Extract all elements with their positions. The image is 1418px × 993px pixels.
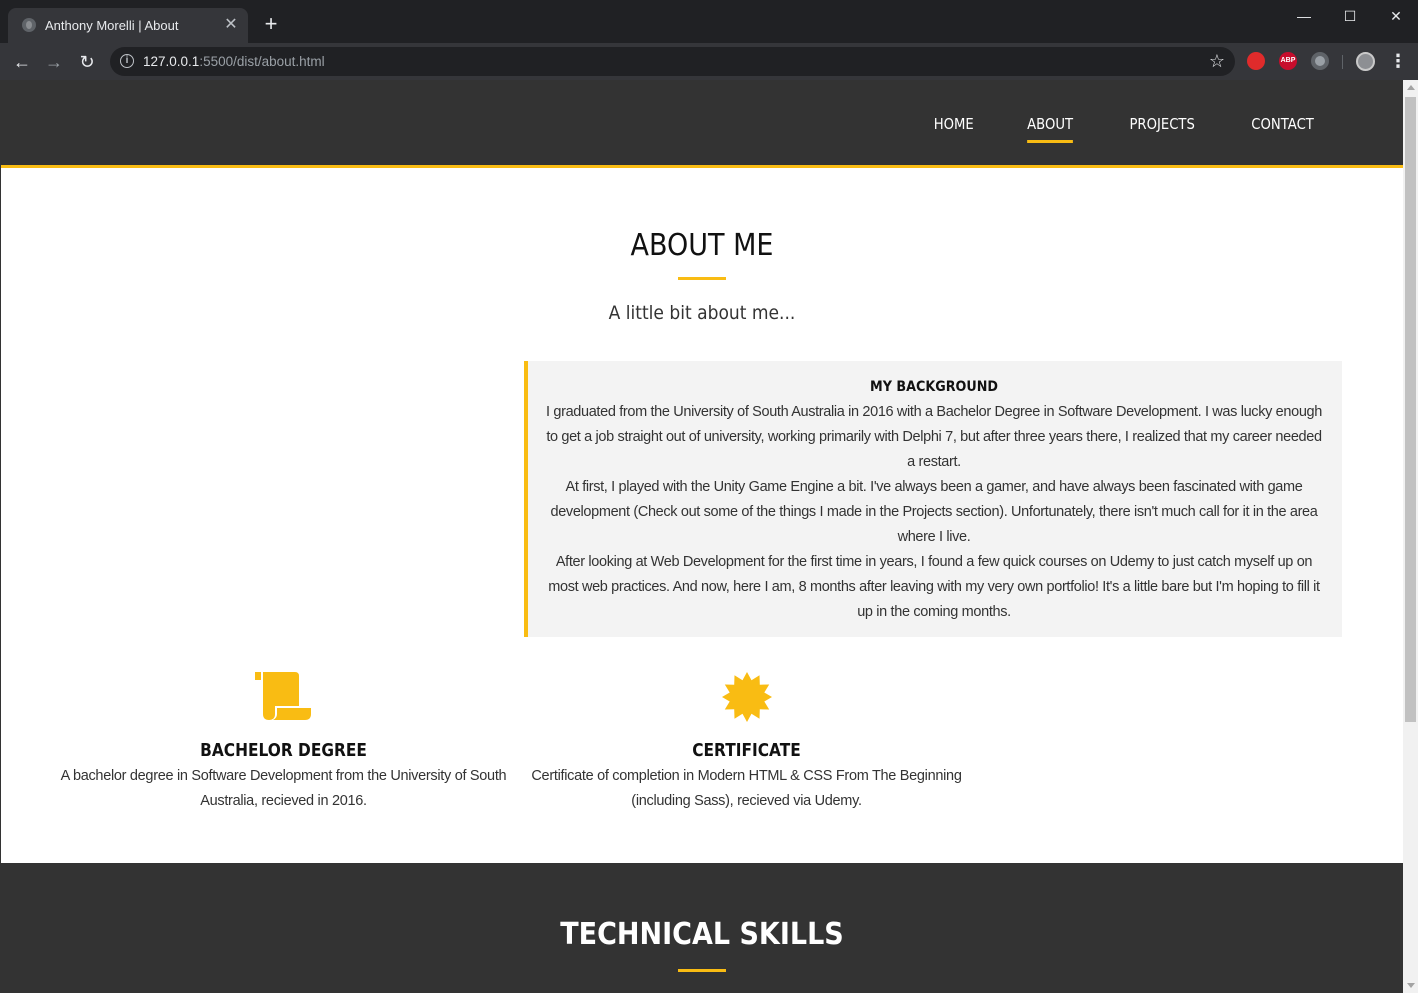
scrollbar-thumb[interactable] [1405,97,1416,722]
nav-contact[interactable]: CONTACT [1251,115,1314,143]
adblock-stop-icon[interactable] [1247,52,1265,70]
credential-degree: BACHELOR DEGREE A bachelor degree in Sof… [56,668,511,814]
bookmark-star-icon[interactable]: ☆ [1209,51,1225,72]
more-menu-icon[interactable]: ⋮ [1389,51,1407,71]
browser-tab-strip: Anthony Morelli | About ✕ + — ☐ ✕ [0,0,1418,43]
forward-arrow-icon[interactable]: → [42,50,66,74]
title-underline [678,277,726,280]
credential-text: A bachelor degree in Software Developmen… [60,768,507,809]
skills-title: TECHNICAL SKILLS [560,917,844,952]
main-nav: HOME ABOUT PROJECTS CONTACT [931,115,1318,143]
window-close-icon[interactable]: ✕ [1384,6,1408,26]
certificate-icon [722,672,772,722]
globe-icon [22,18,36,32]
browser-toolbar: ← → ↻ i 127.0.0.1:5500/dist/about.html ☆… [0,43,1418,80]
page-scrollbar[interactable] [1403,80,1418,993]
background-paragraph: At first, I played with the Unity Game E… [550,479,1318,545]
background-paragraph: I graduated from the University of South… [546,404,1322,470]
profile-avatar[interactable] [1356,52,1375,71]
browser-tab[interactable]: Anthony Morelli | About ✕ [8,8,248,43]
maximize-icon[interactable]: ☐ [1338,6,1362,26]
credential-certificate: CERTIFICATE Certificate of completion in… [528,668,965,814]
page-subtitle: A little bit about me... [608,302,796,324]
page-title: ABOUT ME [630,228,774,263]
nav-projects[interactable]: PROJECTS [1129,115,1194,143]
nav-about[interactable]: ABOUT [1027,115,1074,143]
new-tab-button[interactable]: + [260,13,282,36]
url-text: 127.0.0.1:5500/dist/about.html [143,54,325,69]
site-info-icon[interactable]: i [120,54,134,68]
nav-home[interactable]: HOME [933,115,973,143]
tab-close-icon[interactable]: ✕ [222,16,240,34]
credential-text: Certificate of completion in Modern HTML… [531,768,962,809]
credential-title: CERTIFICATE [692,741,801,761]
skills-section: TECHNICAL SKILLS [1,863,1403,993]
scroll-up-icon[interactable] [1407,85,1415,90]
background-card: MY BACKGROUND I graduated from the Unive… [524,361,1342,637]
skills-underline [678,969,726,972]
minimize-icon[interactable]: — [1292,6,1316,26]
scroll-down-icon[interactable] [1407,983,1415,988]
address-bar[interactable]: i 127.0.0.1:5500/dist/about.html ☆ [110,47,1235,76]
page-viewport: HOME ABOUT PROJECTS CONTACT ABOUT ME A l… [0,80,1403,993]
tab-title: Anthony Morelli | About [45,18,179,33]
circle-extension-icon[interactable] [1311,52,1329,70]
background-paragraph: After looking at Web Development for the… [548,554,1320,620]
credential-title: BACHELOR DEGREE [200,741,367,761]
toolbar-divider [1342,55,1343,69]
back-arrow-icon[interactable]: ← [10,50,34,74]
background-heading: MY BACKGROUND [869,379,999,395]
site-header: HOME ABOUT PROJECTS CONTACT [1,80,1403,168]
abp-icon[interactable]: ABP [1279,52,1297,70]
scroll-icon [255,672,311,720]
reload-icon[interactable]: ↻ [75,50,99,74]
